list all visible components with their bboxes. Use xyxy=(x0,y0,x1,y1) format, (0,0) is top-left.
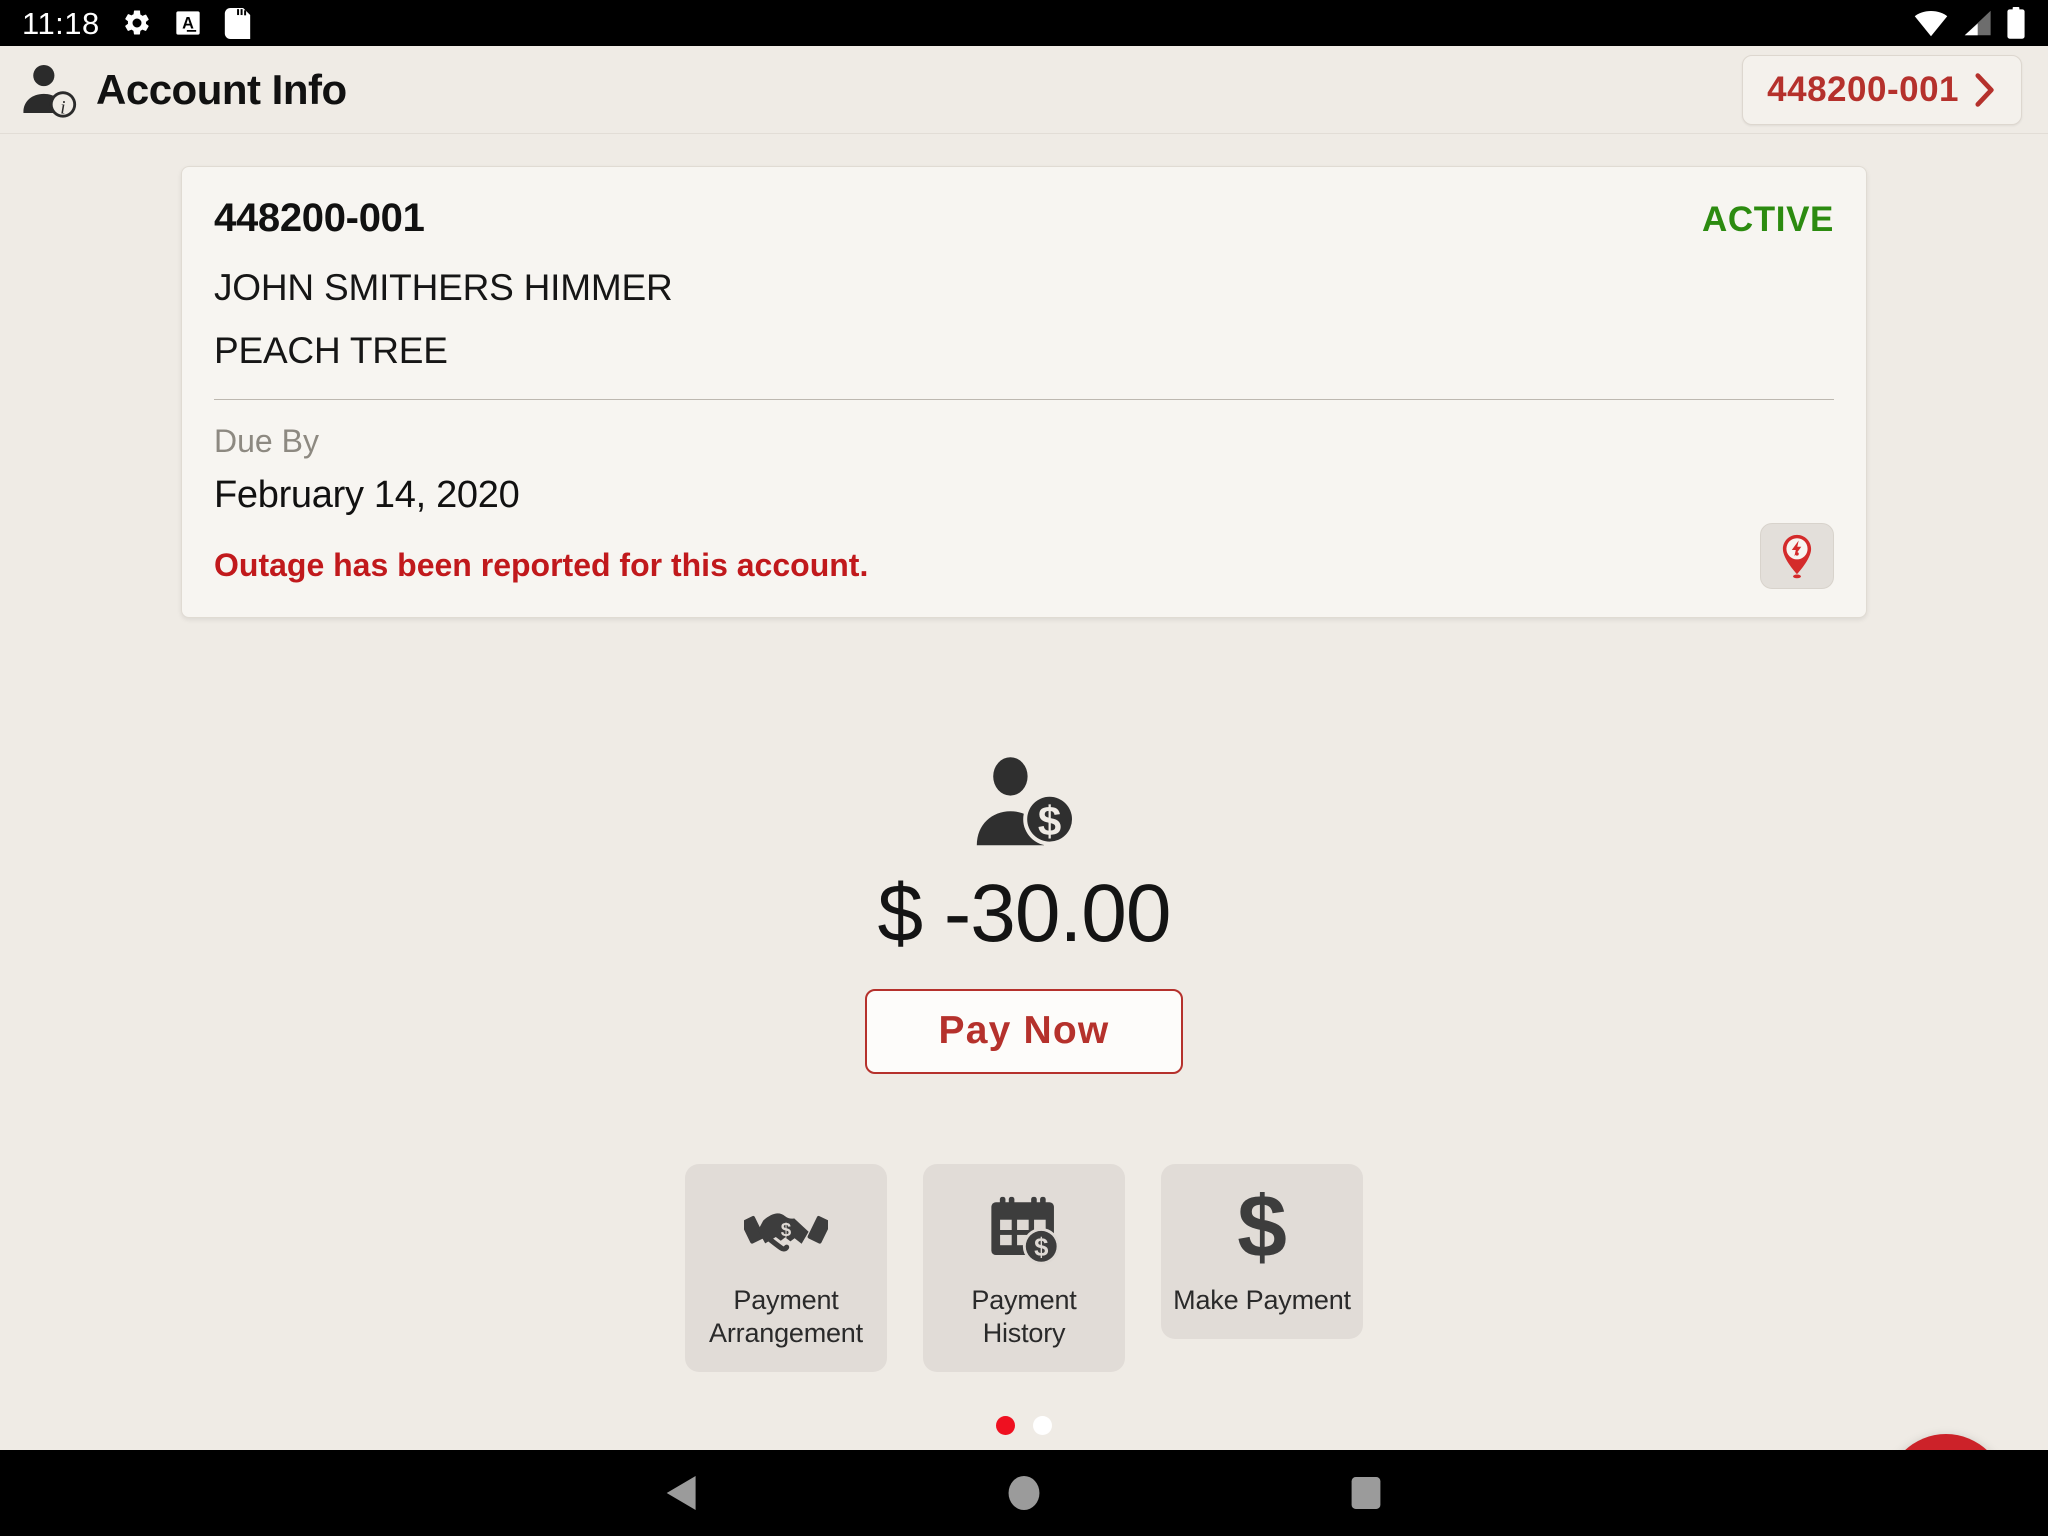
svg-text:$: $ xyxy=(1034,1234,1048,1262)
balance-amount: $ -30.00 xyxy=(877,868,1172,959)
tile-label: Payment History xyxy=(971,1285,1077,1348)
customer-name: JOHN SMITHERS HIMMER xyxy=(214,267,673,308)
balance-block: $ $ -30.00 Pay Now xyxy=(0,754,2048,1075)
svg-text:i: i xyxy=(60,97,65,118)
account-number: 448200-001 xyxy=(214,196,425,240)
tile-label: Payment Arrangement xyxy=(709,1285,863,1348)
account-chip-label: 448200-001 xyxy=(1767,69,1959,109)
status-badge: ACTIVE xyxy=(1702,200,1834,239)
tile-payment-history[interactable]: $ Payment History xyxy=(923,1164,1125,1372)
handshake-dollar-icon: $ xyxy=(744,1194,828,1266)
carousel-page-indicator xyxy=(0,1416,2048,1435)
status-bar-left: 11:18 A xyxy=(22,5,251,41)
chevron-right-icon xyxy=(1973,72,1997,108)
svg-text:$: $ xyxy=(1237,1192,1287,1268)
outage-map-pin-icon[interactable] xyxy=(1760,522,1834,589)
person-with-dollar-icon: $ xyxy=(968,754,1080,855)
svg-text:A: A xyxy=(182,14,194,32)
quick-actions-row: $ Payment Arrangement $ Payment History … xyxy=(0,1164,2048,1372)
due-by-date: February 14, 2020 xyxy=(214,474,520,517)
android-navigation-bar xyxy=(0,1450,2048,1536)
dollar-sign-icon: $ xyxy=(1233,1192,1291,1268)
gear-icon xyxy=(122,8,152,38)
cellular-signal-icon xyxy=(1962,9,1992,37)
account-selector-chip[interactable]: 448200-001 xyxy=(1742,54,2022,125)
page-dot-2[interactable] xyxy=(1033,1416,1052,1435)
page-dot-1[interactable] xyxy=(996,1416,1015,1435)
pay-now-button[interactable]: Pay Now xyxy=(865,989,1183,1075)
tile-make-payment[interactable]: $ Make Payment xyxy=(1161,1164,1363,1339)
status-bar-right xyxy=(1914,7,2026,39)
battery-icon xyxy=(2006,7,2026,39)
outage-message: Outage has been reported for this accoun… xyxy=(214,546,869,583)
main-content: 448200-001 ACTIVE JOHN SMITHERS HIMMER P… xyxy=(0,134,2048,1450)
app-screen: 11:18 A i Account Info 448200-001 448200… xyxy=(0,0,2048,1536)
due-section: Due By February 14, 2020 Outage has been… xyxy=(214,423,1834,589)
tile-payment-arrangement[interactable]: $ Payment Arrangement xyxy=(685,1164,887,1372)
status-bar-clock: 11:18 xyxy=(22,5,100,41)
page-title: Account Info xyxy=(96,65,347,113)
android-status-bar: 11:18 A xyxy=(0,0,2048,46)
card-divider xyxy=(214,399,1834,400)
sd-card-icon xyxy=(224,7,251,39)
wifi-icon xyxy=(1914,9,1948,37)
outage-row: Outage has been reported for this accoun… xyxy=(214,522,1834,589)
recents-square-icon[interactable] xyxy=(1321,1458,1411,1528)
font-size-a-icon: A xyxy=(174,9,202,37)
back-triangle-icon[interactable] xyxy=(637,1458,727,1528)
home-circle-icon[interactable] xyxy=(979,1458,1069,1528)
calendar-dollar-icon: $ xyxy=(986,1194,1062,1266)
account-info-person-icon: i xyxy=(18,59,80,121)
account-summary-card[interactable]: 448200-001 ACTIVE JOHN SMITHERS HIMMER P… xyxy=(181,166,1867,618)
app-bar: i Account Info 448200-001 xyxy=(0,46,2048,134)
account-card-header: 448200-001 ACTIVE xyxy=(214,193,1834,243)
premise-name: PEACH TREE xyxy=(214,330,448,371)
tile-label: Make Payment xyxy=(1173,1285,1351,1315)
app-bar-left: i Account Info xyxy=(18,59,347,121)
accounts-fab-button[interactable] xyxy=(1886,1434,2006,1450)
svg-text:$: $ xyxy=(1038,798,1061,845)
svg-text:$: $ xyxy=(781,1219,792,1240)
due-by-label: Due By xyxy=(214,423,319,459)
